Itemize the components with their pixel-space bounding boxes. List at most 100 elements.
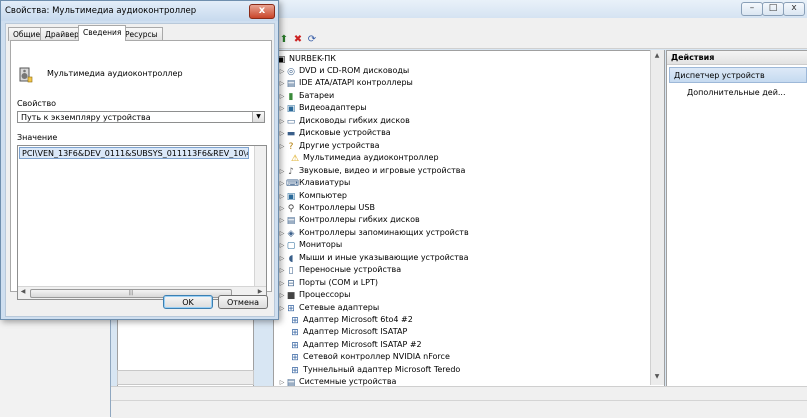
tree-category[interactable]: ▷ ⌨Клавиатуры <box>278 177 351 190</box>
tree-device[interactable]: ⊞ Адаптер Microsoft ISATAP <box>290 326 407 338</box>
tree-category[interactable]: ▷ ◎ DVD и CD-ROM дисководы <box>278 65 410 78</box>
expand-arrow-icon[interactable]: ▷ <box>278 66 286 78</box>
tree-category[interactable]: ▷ ▮ Батареи <box>278 90 334 102</box>
device-tree-scrollbar[interactable]: ▲ ▼ <box>650 50 664 385</box>
uninstall-icon[interactable]: ✖ <box>292 34 304 46</box>
tree-device[interactable]: ⊞ Адаптер Microsoft 6to4 #2 <box>290 314 413 326</box>
update-driver-icon[interactable]: ⬆ <box>278 34 290 46</box>
tab-resources[interactable]: Ресурсы <box>120 27 163 41</box>
value-label: Значение <box>17 133 58 142</box>
properties-dialog: Свойства: Мультимедиа аудиоконтроллер x … <box>0 0 279 320</box>
left-pane-scrollbar[interactable] <box>117 370 254 385</box>
close-window-button[interactable]: x <box>783 2 805 16</box>
tree-item-label: Компьютер <box>299 190 347 200</box>
value-list-item[interactable]: PCI\VEN_13F6&DEV_0111&SUBSYS_011113F6&RE… <box>19 147 249 159</box>
expand-arrow-icon[interactable]: ▷ <box>278 215 286 227</box>
tree-category[interactable]: ▷ ⊞ Сетевые адаптеры <box>278 302 379 314</box>
tab-details[interactable]: Сведения <box>78 25 127 41</box>
device-name: Мультимедиа аудиоконтроллер <box>47 69 183 78</box>
value-list[interactable]: PCI\VEN_13F6&DEV_0111&SUBSYS_011113F6&RE… <box>17 145 267 300</box>
tree-root[interactable]: ▣ NURBEK-ПК <box>276 53 336 65</box>
cancel-button[interactable]: Отмена <box>218 295 268 309</box>
scan-hardware-icon[interactable]: ⟳ <box>306 34 318 46</box>
tree-category[interactable]: ▷ ▬ Дисковые устройства <box>278 127 391 139</box>
tree-item-label: Батареи <box>299 90 335 100</box>
expand-arrow-icon[interactable]: ▷ <box>278 253 286 265</box>
expand-arrow-icon[interactable]: ▷ <box>278 141 286 153</box>
tree-category[interactable]: ▷? Другие устройства <box>278 140 380 152</box>
tree-item-label: Процессоры <box>299 290 351 300</box>
expand-arrow-icon[interactable]: ▷ <box>278 278 286 290</box>
tree-category[interactable]: ▷ ▯ Переносные устройства <box>278 264 401 276</box>
tree-category[interactable]: ▷ ■ Процессоры <box>278 289 351 302</box>
actions-section-device-manager[interactable]: Диспетчер устройств <box>669 67 807 83</box>
portable-device-icon: ▯ <box>288 266 294 277</box>
other-devices-icon: ? <box>288 141 294 152</box>
device-tree: ▣ NURBEK-ПК ▷ ◎ DVD и CD-ROM дисководы ▷ ▤ IDE… <box>273 50 665 387</box>
expand-arrow-icon[interactable]: ▷ <box>278 91 286 103</box>
tree-category[interactable]: ▷ ▢ Мониторы <box>278 239 343 252</box>
expand-arrow-icon[interactable]: ▷ <box>278 78 286 90</box>
property-label: Свойство <box>17 99 57 108</box>
warning-device-icon: ⚠ <box>290 154 300 165</box>
expand-arrow-icon[interactable]: ▷ <box>278 203 286 215</box>
processor-icon: ■ <box>286 291 296 302</box>
expand-arrow-icon[interactable]: ▷ <box>278 228 286 240</box>
more-actions-link[interactable]: Дополнительные дей... <box>687 87 807 99</box>
tree-item-label: Контроллеры запоминающих устройств <box>299 227 469 237</box>
tree-device[interactable]: ⊞ Туннельный адаптер Microsoft Teredo <box>290 364 460 376</box>
expand-arrow-icon[interactable]: ▷ <box>278 116 286 128</box>
tree-item-label: Дисковые устройства <box>299 128 391 138</box>
port-icon: ⊟ <box>287 278 295 289</box>
horizontal-scrollbar[interactable] <box>111 386 807 401</box>
network-card-icon: ⊞ <box>291 316 299 326</box>
tree-category[interactable]: ▷ ◈ Контроллеры запоминающих устройств <box>278 227 469 239</box>
tree-category[interactable]: ▷ ▣ Компьютер <box>278 190 347 202</box>
minimize-button[interactable]: – <box>741 2 763 16</box>
ok-button[interactable]: OK <box>163 295 213 309</box>
tree-category[interactable]: ▷ ⚲ Контроллеры USB <box>278 202 375 214</box>
tree-category[interactable]: ▷ ▣ Видеоадаптеры <box>278 102 367 114</box>
disk-drive-icon: ▬ <box>286 129 296 140</box>
tree-item-label: Дисководы гибких дисков <box>299 115 410 125</box>
tree-category[interactable]: ▷ ▭ Дисководы гибких дисков <box>278 115 410 127</box>
expand-arrow-icon[interactable]: ▷ <box>278 178 286 190</box>
scroll-down-icon[interactable]: ▼ <box>652 372 662 382</box>
expand-arrow-icon[interactable]: ▷ <box>278 290 286 302</box>
scroll-left-icon[interactable]: ◀ <box>18 287 28 297</box>
tree-device[interactable]: ⊞ Сетевой контроллер NVIDIA nForce <box>290 351 450 363</box>
chevron-down-icon[interactable]: ▼ <box>252 112 264 122</box>
tree-item-label: Туннельный адаптер Microsoft Teredo <box>303 364 461 374</box>
details-tab-panel: Мультимедиа аудиоконтроллер Свойство Пут… <box>10 40 272 300</box>
tree-category[interactable]: ▷ ▤ IDE ATA/ATAPI контроллеры <box>278 77 413 89</box>
expand-arrow-icon[interactable]: ▷ <box>278 128 286 140</box>
dialog-title[interactable]: Свойства: Мультимедиа аудиоконтроллер <box>1 1 278 21</box>
actions-header: Действия <box>667 51 807 65</box>
mouse-icon: ◖ <box>288 253 294 264</box>
tree-category[interactable]: ▷ ♪ Звуковые, видео и игровые устройства <box>278 165 466 178</box>
tree-item-label: Адаптер Microsoft ISATAP <box>303 327 408 337</box>
network-adapter-icon: ⊞ <box>287 303 295 314</box>
expand-arrow-icon[interactable]: ▷ <box>278 265 286 277</box>
audio-device-icon <box>19 67 33 83</box>
dialog-close-button[interactable]: x <box>249 4 275 19</box>
tree-device[interactable]: ⚠ Мультимедиа аудиоконтроллер <box>290 152 439 164</box>
tree-device[interactable]: ⊞ Адаптер Microsoft ISATAP #2 <box>290 339 421 351</box>
value-vertical-scrollbar[interactable] <box>254 146 266 286</box>
expand-arrow-icon[interactable]: ▷ <box>278 166 286 178</box>
maximize-button[interactable]: □ <box>762 2 784 16</box>
network-card-icon: ⊞ <box>291 365 299 376</box>
expand-arrow-icon[interactable]: ▷ <box>278 240 286 252</box>
ide-controller-icon: ▤ <box>286 79 296 90</box>
expand-arrow-icon[interactable]: ▷ <box>278 191 286 203</box>
expand-arrow-icon[interactable]: ▷ <box>278 103 286 115</box>
floppy-drive-icon: ▭ <box>286 116 296 127</box>
scroll-up-icon[interactable]: ▲ <box>652 51 662 61</box>
speaker-icon: ♪ <box>288 166 294 177</box>
tree-item-label: Переносные устройства <box>299 265 402 275</box>
expand-arrow-icon[interactable]: ▷ <box>278 303 286 315</box>
tree-category[interactable]: ▷ ⊟ Порты (COM и LPT) <box>278 277 378 289</box>
tree-category[interactable]: ▷ ◖ Мыши и иные указывающие устройства <box>278 252 469 265</box>
tree-category[interactable]: ▷ ▤ Контроллеры гибких дисков <box>278 214 420 226</box>
property-dropdown[interactable]: Путь к экземпляру устройства ▼ <box>17 111 265 123</box>
